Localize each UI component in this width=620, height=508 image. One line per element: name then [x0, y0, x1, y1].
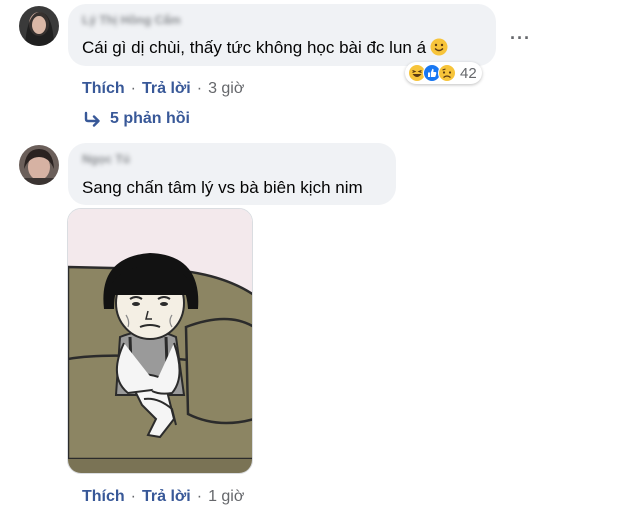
view-replies-link[interactable]: 5 phản hồi — [84, 110, 190, 128]
reply-arrow-icon — [84, 111, 100, 127]
like-button[interactable]: Thích — [82, 80, 125, 98]
separator-dot: · — [130, 488, 136, 505]
separator-dot: · — [130, 80, 136, 97]
reaction-count: 42 — [460, 64, 477, 82]
comment-1-actions: Thích · Trả lời · 3 giờ — [82, 80, 244, 98]
comment-1-text: Cái gì dị chùi, thấy tức không học bài đ… — [82, 38, 448, 58]
more-options-icon[interactable]: ··· — [510, 28, 531, 49]
meme-sticker-image[interactable] — [67, 208, 253, 474]
comment-1-avatar[interactable] — [19, 6, 59, 46]
reply-button[interactable]: Trả lời — [142, 488, 191, 506]
comment-timestamp[interactable]: 3 giờ — [208, 80, 244, 98]
comment-2-actions: Thích · Trả lời · 1 giờ — [82, 488, 244, 506]
comment-1-text-content: Cái gì dị chùi, thấy tức không học bài đ… — [82, 38, 427, 57]
slightly-smiling-face-icon — [430, 38, 448, 56]
like-button[interactable]: Thích — [82, 488, 125, 506]
separator-dot: · — [196, 488, 203, 505]
comment-2-author[interactable]: Ngọc Tú — [82, 152, 130, 166]
separator-dot: · — [196, 80, 203, 97]
comment-2-avatar[interactable] — [19, 145, 59, 185]
comment-1-author[interactable]: Lý Thị Hồng Cẩm — [82, 13, 181, 27]
comment-2-text: Sang chấn tâm lý vs bà biên kịch nim — [82, 178, 363, 197]
comment-timestamp[interactable]: 1 giờ — [208, 488, 244, 506]
reply-button[interactable]: Trả lời — [142, 80, 191, 98]
sad-icon — [438, 64, 456, 82]
comment-1-reactions[interactable]: 42 — [405, 62, 482, 84]
replies-count-label: 5 phản hồi — [110, 110, 190, 127]
